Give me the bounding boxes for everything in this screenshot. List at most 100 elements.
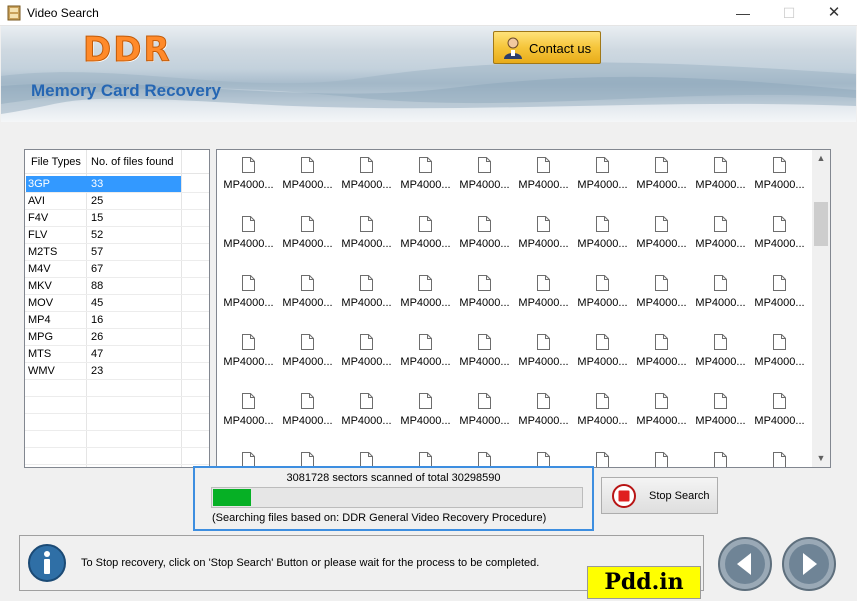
- file-item[interactable]: MP4000...: [691, 448, 750, 467]
- file-item[interactable]: MP4000...: [573, 271, 632, 321]
- file-type-row[interactable]: M2TS 57: [25, 244, 209, 261]
- file-item[interactable]: MP4000...: [337, 389, 396, 439]
- file-item[interactable]: MP4000...: [632, 389, 691, 439]
- file-item[interactable]: MP4000...: [396, 271, 455, 321]
- file-item[interactable]: MP4000...: [219, 271, 278, 321]
- column-header-files-found[interactable]: No. of files found: [91, 156, 174, 168]
- file-types-list[interactable]: File Types No. of files found 3GP 33 AVI 25…: [24, 149, 210, 468]
- file-item[interactable]: MP4000...: [396, 448, 455, 467]
- file-item[interactable]: MP4000...: [750, 389, 809, 439]
- file-name: MP4000...: [341, 356, 392, 368]
- file-item[interactable]: MP4000...: [750, 330, 809, 380]
- file-item[interactable]: MP4000...: [396, 153, 455, 203]
- document-icon: [478, 216, 491, 232]
- empty-row: [25, 431, 209, 448]
- maximize-button[interactable]: ☐: [766, 0, 812, 26]
- minimize-button[interactable]: —: [720, 0, 766, 26]
- scroll-down-arrow-icon[interactable]: ▼: [812, 450, 830, 467]
- file-item[interactable]: MP4000...: [455, 389, 514, 439]
- next-arrow-icon[interactable]: [781, 536, 837, 592]
- close-button[interactable]: ✕: [811, 0, 857, 26]
- document-icon: [242, 157, 255, 173]
- file-item[interactable]: MP4000...: [455, 212, 514, 262]
- file-item[interactable]: MP4000...: [750, 212, 809, 262]
- file-type-row[interactable]: M4V 67: [25, 261, 209, 278]
- file-item[interactable]: MP4000...: [691, 153, 750, 203]
- file-item[interactable]: MP4000...: [514, 212, 573, 262]
- file-type-row[interactable]: WMV 23: [25, 363, 209, 380]
- title-bar: Video Search — ☐ ✕: [0, 0, 857, 26]
- vertical-scrollbar[interactable]: ▲ ▼: [812, 150, 830, 467]
- file-item[interactable]: MP4000...: [632, 212, 691, 262]
- file-item[interactable]: MP4000...: [455, 448, 514, 467]
- file-item[interactable]: MP4000...: [632, 330, 691, 380]
- file-type-row[interactable]: F4V 15: [25, 210, 209, 227]
- file-item[interactable]: MP4000...: [219, 153, 278, 203]
- file-item[interactable]: MP4000...: [455, 153, 514, 203]
- file-item[interactable]: MP4000...: [337, 448, 396, 467]
- file-item[interactable]: MP4000...: [514, 153, 573, 203]
- document-icon: [655, 157, 668, 173]
- document-icon: [478, 275, 491, 291]
- file-item[interactable]: MP4000...: [278, 212, 337, 262]
- file-type-row[interactable]: 3GP 33: [25, 176, 209, 193]
- file-item[interactable]: MP4000...: [573, 153, 632, 203]
- file-item[interactable]: MP4000...: [632, 271, 691, 321]
- file-type-row[interactable]: MP4 16: [25, 312, 209, 329]
- file-item[interactable]: MP4000...: [514, 448, 573, 467]
- file-item[interactable]: MP4000...: [278, 271, 337, 321]
- file-item[interactable]: MP4000...: [514, 389, 573, 439]
- file-item[interactable]: MP4000...: [396, 330, 455, 380]
- file-item[interactable]: MP4000...: [750, 271, 809, 321]
- contact-us-button[interactable]: Contact us: [493, 31, 601, 64]
- file-count: 33: [91, 178, 104, 190]
- file-item[interactable]: MP4000...: [573, 212, 632, 262]
- file-item[interactable]: MP4000...: [691, 271, 750, 321]
- stop-search-label: Stop Search: [649, 490, 710, 502]
- file-item[interactable]: MP4000...: [750, 448, 809, 467]
- file-item[interactable]: MP4000...: [219, 212, 278, 262]
- file-item[interactable]: MP4000...: [632, 153, 691, 203]
- back-arrow-icon[interactable]: [717, 536, 773, 592]
- file-name: MP4000...: [400, 297, 451, 309]
- file-item[interactable]: MP4000...: [278, 389, 337, 439]
- file-item[interactable]: MP4000...: [396, 212, 455, 262]
- file-item[interactable]: MP4000...: [573, 389, 632, 439]
- file-item[interactable]: MP4000...: [691, 330, 750, 380]
- file-type-row[interactable]: MKV 88: [25, 278, 209, 295]
- document-icon: [419, 334, 432, 350]
- file-item[interactable]: MP4000...: [278, 448, 337, 467]
- file-item[interactable]: MP4000...: [514, 271, 573, 321]
- file-item[interactable]: MP4000...: [691, 389, 750, 439]
- found-files-grid[interactable]: MP4000... MP4000... MP4000... MP4000... MP40…: [216, 149, 831, 468]
- file-item[interactable]: MP4000...: [691, 212, 750, 262]
- file-item[interactable]: MP4000...: [278, 153, 337, 203]
- file-item[interactable]: MP4000...: [219, 448, 278, 467]
- file-item[interactable]: MP4000...: [337, 330, 396, 380]
- document-icon: [301, 334, 314, 350]
- column-header-file-types[interactable]: File Types: [31, 156, 81, 168]
- file-type-row[interactable]: MTS 47: [25, 346, 209, 363]
- file-item[interactable]: MP4000...: [396, 389, 455, 439]
- file-item[interactable]: MP4000...: [337, 271, 396, 321]
- file-item[interactable]: MP4000...: [337, 212, 396, 262]
- scrollbar-thumb[interactable]: [814, 202, 828, 246]
- file-item[interactable]: MP4000...: [514, 330, 573, 380]
- file-item[interactable]: MP4000...: [573, 448, 632, 467]
- file-item[interactable]: MP4000...: [337, 153, 396, 203]
- file-item[interactable]: MP4000...: [219, 389, 278, 439]
- file-item[interactable]: MP4000...: [278, 330, 337, 380]
- file-item[interactable]: MP4000...: [455, 271, 514, 321]
- file-item[interactable]: MP4000...: [632, 448, 691, 467]
- file-item[interactable]: MP4000...: [750, 153, 809, 203]
- file-type-row[interactable]: MOV 45: [25, 295, 209, 312]
- stop-search-button[interactable]: Stop Search: [601, 477, 718, 514]
- file-type-row[interactable]: MPG 26: [25, 329, 209, 346]
- scroll-up-arrow-icon[interactable]: ▲: [812, 150, 830, 167]
- file-type-row[interactable]: FLV 52: [25, 227, 209, 244]
- file-name: MP4000...: [223, 297, 274, 309]
- file-type-row[interactable]: AVI 25: [25, 193, 209, 210]
- file-item[interactable]: MP4000...: [219, 330, 278, 380]
- file-item[interactable]: MP4000...: [455, 330, 514, 380]
- file-item[interactable]: MP4000...: [573, 330, 632, 380]
